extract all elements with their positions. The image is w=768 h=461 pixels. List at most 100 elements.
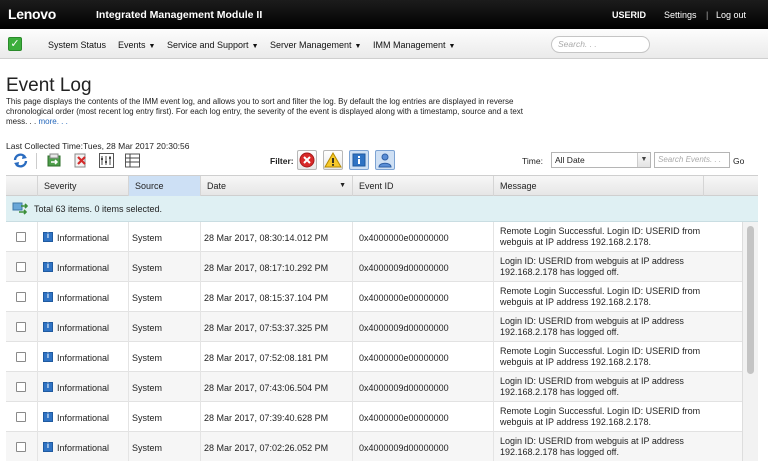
table-scrollbar[interactable] — [742, 222, 758, 461]
date-text: 28 Mar 2017, 07:53:37.325 PM — [204, 323, 329, 333]
message-text: Remote Login Successful. Login ID: USERI… — [500, 406, 701, 427]
page-title: Event Log — [6, 75, 92, 96]
event-log-toolbar: Filter: Time: All Date ▼ Search Events. … — [6, 150, 764, 172]
filter-audit-button[interactable] — [375, 150, 395, 170]
row-checkbox[interactable] — [16, 442, 26, 452]
chevron-down-icon: ▼ — [251, 43, 259, 50]
filter-error-button[interactable] — [297, 150, 317, 170]
settings-link[interactable]: Settings — [664, 10, 697, 20]
event-log-rows: i Informational System 28 Mar 2017, 08:30:1… — [6, 222, 742, 461]
severity-text: Informational — [57, 413, 110, 423]
table-row[interactable]: i Informational System 28 Mar 2017, 07:53:3… — [6, 312, 742, 342]
go-button[interactable]: Go — [733, 156, 744, 166]
nav-service-support[interactable]: Service and Support ▼ — [167, 40, 259, 50]
info-icon: i — [43, 292, 53, 302]
info-icon: i — [43, 412, 53, 422]
event-id-text: 0x4000000e00000000 — [359, 413, 449, 423]
module-title: Integrated Management Module II — [96, 9, 263, 21]
table-row[interactable]: i Informational System 28 Mar 2017, 08:15:3… — [6, 282, 742, 312]
lenovo-logo: Lenovo — [8, 6, 56, 22]
export-icon[interactable] — [46, 152, 63, 169]
date-text: 28 Mar 2017, 08:15:37.104 PM — [204, 293, 329, 303]
severity-text: Informational — [57, 293, 110, 303]
message-text: Login ID: USERID from webguis at IP addr… — [500, 316, 684, 337]
sort-desc-icon: ▼ — [339, 182, 346, 189]
settings-filter-icon[interactable] — [98, 152, 115, 169]
source-text: System — [132, 443, 163, 453]
table-row[interactable]: i Informational System 28 Mar 2017, 07:43:0… — [6, 372, 742, 402]
source-text: System — [132, 233, 163, 243]
source-text: System — [132, 293, 163, 303]
clear-log-icon[interactable] — [72, 152, 89, 169]
table-row[interactable]: i Informational System 28 Mar 2017, 07:39:4… — [6, 402, 742, 432]
user-audit-icon — [378, 153, 392, 168]
nav-server-management[interactable]: Server Management ▼ — [270, 40, 361, 50]
select-all-column[interactable] — [6, 176, 38, 196]
nav-system-status[interactable]: System Status — [48, 40, 106, 50]
filter-warning-button[interactable] — [323, 150, 343, 170]
column-event-id[interactable]: Event ID — [353, 176, 494, 196]
table-row[interactable]: i Informational System 28 Mar 2017, 08:30:1… — [6, 222, 742, 252]
scrollbar-thumb[interactable] — [747, 226, 754, 374]
row-checkbox[interactable] — [16, 382, 26, 392]
page-description: This page displays the contents of the I… — [6, 97, 523, 126]
info-icon: i — [43, 442, 53, 452]
chevron-down-icon: ▼ — [148, 43, 156, 50]
info-icon: i — [43, 262, 53, 272]
table-row[interactable]: i Informational System 28 Mar 2017, 08:17:1… — [6, 252, 742, 282]
event-id-text: 0x4000000e00000000 — [359, 233, 449, 243]
warning-icon — [324, 151, 342, 168]
search-events-input[interactable]: Search Events. . . — [654, 152, 730, 168]
items-sync-icon — [12, 202, 28, 215]
top-bar: Lenovo Integrated Management Module II U… — [0, 0, 768, 29]
severity-text: Informational — [57, 233, 110, 243]
row-checkbox[interactable] — [16, 262, 26, 272]
column-severity[interactable]: Severity — [38, 176, 129, 196]
error-icon — [299, 152, 315, 168]
global-search-input[interactable]: Search. . . — [551, 36, 650, 53]
column-source[interactable]: Source — [129, 176, 201, 196]
time-range-select[interactable]: All Date ▼ — [551, 152, 651, 168]
info-icon: i — [43, 382, 53, 392]
nav-events[interactable]: Events ▼ — [118, 40, 155, 50]
filter-info-button[interactable] — [349, 150, 369, 170]
message-text: Login ID: USERID from webguis at IP addr… — [500, 436, 684, 457]
event-id-text: 0x4000009d00000000 — [359, 323, 449, 333]
message-text: Remote Login Successful. Login ID: USERI… — [500, 226, 701, 247]
row-checkbox[interactable] — [16, 232, 26, 242]
current-user: USERID — [612, 10, 647, 20]
message-text: Remote Login Successful. Login ID: USERI… — [500, 346, 701, 367]
column-date[interactable]: Date ▼ — [201, 176, 353, 196]
summary-text: Total 63 items. 0 items selected. — [34, 204, 163, 214]
nav-imm-management[interactable]: IMM Management ▼ — [373, 40, 455, 50]
columns-icon[interactable] — [124, 152, 141, 169]
more-link[interactable]: more. . . — [38, 117, 67, 126]
filter-label: Filter: — [270, 156, 294, 166]
system-ok-icon[interactable]: ✓ — [8, 37, 22, 51]
row-checkbox[interactable] — [16, 352, 26, 362]
row-checkbox[interactable] — [16, 412, 26, 422]
selection-summary: Total 63 items. 0 items selected. — [6, 196, 758, 222]
message-text: Login ID: USERID from webguis at IP addr… — [500, 256, 684, 277]
severity-text: Informational — [57, 383, 110, 393]
info-icon — [352, 153, 366, 167]
message-text: Remote Login Successful. Login ID: USERI… — [500, 286, 701, 307]
chevron-down-icon: ▼ — [354, 43, 362, 50]
table-row[interactable]: i Informational System 28 Mar 2017, 07:52:0… — [6, 342, 742, 372]
refresh-icon[interactable] — [12, 152, 29, 169]
event-id-text: 0x4000009d00000000 — [359, 383, 449, 393]
row-checkbox[interactable] — [16, 322, 26, 332]
event-id-text: 0x4000009d00000000 — [359, 263, 449, 273]
row-checkbox[interactable] — [16, 292, 26, 302]
event-id-text: 0x4000009d00000000 — [359, 443, 449, 453]
chevron-down-icon: ▼ — [637, 153, 650, 167]
table-row[interactable]: i Informational System 28 Mar 2017, 07:02:2… — [6, 432, 742, 461]
logout-link[interactable]: Log out — [716, 10, 746, 20]
column-message[interactable]: Message — [494, 176, 704, 196]
source-text: System — [132, 383, 163, 393]
chevron-down-icon: ▼ — [448, 43, 456, 50]
severity-text: Informational — [57, 323, 110, 333]
topbar-separator: | — [706, 10, 709, 20]
table-header: Severity Source Date ▼ Event ID Message — [6, 175, 758, 196]
source-text: System — [132, 413, 163, 423]
